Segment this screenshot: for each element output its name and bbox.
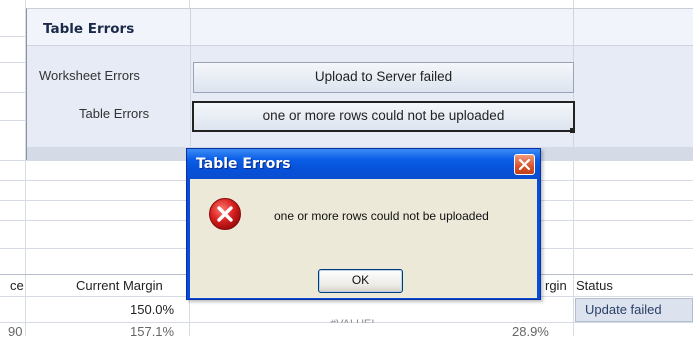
ok-button[interactable]: OK: [318, 269, 403, 293]
worksheet-errors-field[interactable]: Upload to Server failed: [193, 62, 574, 93]
column-header-margin: rgin: [545, 278, 567, 293]
panel-title: Table Errors: [43, 21, 135, 37]
selection-handle[interactable]: [570, 128, 575, 133]
table-cell: 90: [8, 324, 23, 339]
divider: [190, 9, 191, 149]
grid-line: [0, 92, 26, 93]
dialog-body: one or more rows could not be uploaded O…: [190, 179, 537, 298]
grid-line: [0, 36, 26, 37]
error-icon: [209, 198, 241, 230]
grid-line: [0, 62, 26, 63]
column-header-status: Status: [576, 278, 613, 293]
table-errors-panel: Table Errors Worksheet Errors Upload to …: [26, 8, 693, 161]
table-cell: 150.0%: [130, 302, 175, 317]
close-icon: [518, 158, 531, 171]
dialog-message: one or more rows could not be uploaded: [274, 209, 489, 223]
table-errors-field[interactable]: one or more rows could not be uploaded: [192, 101, 575, 132]
worksheet-errors-label: Worksheet Errors: [39, 68, 140, 83]
column-header-current-margin: Current Margin: [76, 278, 163, 293]
table-cell: 28.9%: [512, 324, 549, 339]
divider: [27, 45, 693, 46]
close-button[interactable]: [514, 154, 535, 175]
grid-line: [0, 120, 26, 121]
column-header-partial: ce: [10, 278, 24, 293]
table-cell: 157.1%: [130, 324, 175, 339]
error-dialog: Table Errors one or more rows could not …: [186, 148, 541, 300]
status-badge: Update failed: [575, 298, 693, 322]
table-errors-label: Table Errors: [79, 106, 150, 121]
dialog-title: Table Errors: [196, 156, 291, 172]
dialog-titlebar[interactable]: Table Errors: [187, 149, 540, 179]
